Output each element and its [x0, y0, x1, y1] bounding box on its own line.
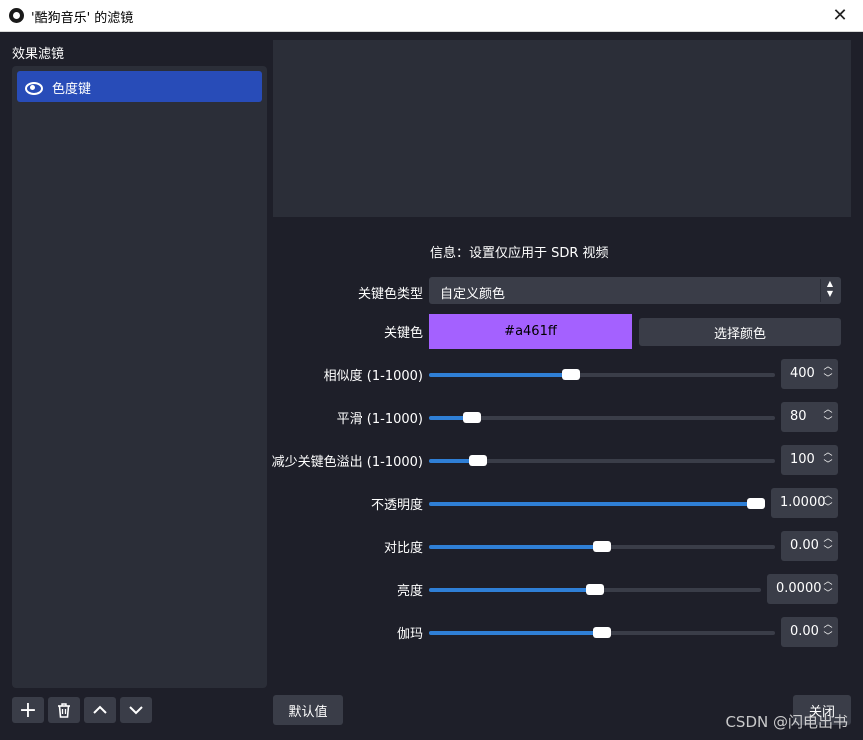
- gamma-value: 0.00: [790, 624, 819, 639]
- gamma-slider-handle[interactable]: [593, 627, 611, 638]
- move-down-button[interactable]: [120, 697, 152, 723]
- similarity-slider-fill: [429, 373, 571, 377]
- smoothness-slider[interactable]: [429, 412, 775, 423]
- key-color-type-select[interactable]: 自定义颜色 ▲ ▼: [429, 277, 841, 304]
- brightness-label: 亮度: [396, 584, 423, 599]
- spill-reduction-slider-handle[interactable]: [469, 455, 487, 466]
- title-bar: '酷狗音乐' 的滤镜 ✕: [0, 0, 863, 32]
- preview-area: [273, 40, 851, 217]
- add-filter-button[interactable]: +: [12, 697, 44, 723]
- chevron-up-icon: [93, 705, 107, 714]
- spin-arrows-icon[interactable]: ︿ ﹀: [822, 361, 834, 387]
- eye-icon[interactable]: [23, 79, 43, 95]
- opacity-spinbox[interactable]: 1.0000 ︿ ﹀: [771, 488, 838, 518]
- contrast-slider-handle[interactable]: [593, 541, 611, 552]
- smoothness-spinbox[interactable]: 80 ︿ ﹀: [781, 402, 838, 432]
- select-color-button[interactable]: 选择颜色: [639, 318, 841, 346]
- similarity-spinbox[interactable]: 400 ︿ ﹀: [781, 359, 838, 389]
- move-up-button[interactable]: [84, 697, 116, 723]
- spin-arrows-icon[interactable]: ︿ ﹀: [822, 490, 834, 516]
- key-color-swatch: #a461ff: [429, 314, 632, 349]
- brightness-slider-handle[interactable]: [586, 584, 604, 595]
- filter-label: 色度键: [52, 82, 92, 97]
- opacity-slider[interactable]: [429, 498, 765, 509]
- gamma-label: 伽玛: [396, 627, 423, 642]
- smoothness-label: 平滑 (1-1000): [336, 412, 423, 427]
- contrast-slider[interactable]: [429, 541, 775, 552]
- gamma-slider-fill: [429, 631, 602, 635]
- opacity-slider-fill: [429, 502, 756, 506]
- contrast-label: 对比度: [383, 541, 423, 556]
- spin-arrows-icon[interactable]: ︿ ﹀: [822, 619, 834, 645]
- gamma-slider[interactable]: [429, 627, 775, 638]
- window-title: '酷狗音乐' 的滤镜: [31, 11, 134, 26]
- close-icon[interactable]: ✕: [817, 0, 863, 31]
- obs-logo-icon: [9, 8, 24, 23]
- spin-arrows-icon[interactable]: ︿ ﹀: [822, 447, 834, 473]
- remove-filter-button[interactable]: [48, 697, 80, 723]
- filter-item-chroma-key[interactable]: 色度键: [17, 71, 262, 102]
- spin-arrows-icon[interactable]: ︿ ﹀: [822, 533, 834, 559]
- plus-icon: +: [18, 697, 38, 723]
- key-color-type-label: 关键色类型: [357, 287, 423, 302]
- spill-reduction-slider[interactable]: [429, 455, 775, 466]
- spin-arrows-icon[interactable]: ︿ ﹀: [822, 404, 834, 430]
- similarity-label: 相似度 (1-1000): [323, 369, 423, 384]
- key-color-type-value: 自定义颜色: [440, 287, 506, 302]
- contrast-value: 0.00: [790, 538, 819, 553]
- spill-reduction-value: 100: [790, 452, 815, 467]
- smoothness-value: 80: [790, 409, 807, 424]
- gamma-spinbox[interactable]: 0.00 ︿ ﹀: [781, 617, 838, 647]
- filters-heading: 效果滤镜: [12, 47, 65, 62]
- chevron-down-icon: [129, 706, 143, 715]
- info-text: 信息：设置仅应用于 SDR 视频: [430, 246, 609, 261]
- defaults-button[interactable]: 默认值: [273, 695, 343, 725]
- similarity-slider[interactable]: [429, 369, 775, 380]
- brightness-value: 0.0000: [776, 581, 822, 596]
- updown-icon: ▲ ▼: [820, 279, 839, 302]
- spill-reduction-spinbox[interactable]: 100 ︿ ﹀: [781, 445, 838, 475]
- brightness-slider[interactable]: [429, 584, 761, 595]
- contrast-spinbox[interactable]: 0.00 ︿ ﹀: [781, 531, 838, 561]
- similarity-value: 400: [790, 366, 815, 381]
- brightness-spinbox[interactable]: 0.0000 ︿ ﹀: [767, 574, 838, 604]
- watermark: CSDN @闪电出书: [725, 713, 848, 731]
- key-color-label: 关键色: [383, 326, 423, 341]
- opacity-value: 1.0000: [780, 495, 826, 510]
- spill-reduction-label: 减少关键色溢出 (1-1000): [271, 455, 423, 470]
- trash-icon: [58, 702, 70, 718]
- brightness-slider-fill: [429, 588, 595, 592]
- contrast-slider-fill: [429, 545, 602, 549]
- smoothness-slider-handle[interactable]: [463, 412, 481, 423]
- opacity-label: 不透明度: [370, 498, 423, 513]
- similarity-slider-handle[interactable]: [562, 369, 580, 380]
- spin-arrows-icon[interactable]: ︿ ﹀: [822, 576, 834, 602]
- opacity-slider-handle[interactable]: [747, 498, 765, 509]
